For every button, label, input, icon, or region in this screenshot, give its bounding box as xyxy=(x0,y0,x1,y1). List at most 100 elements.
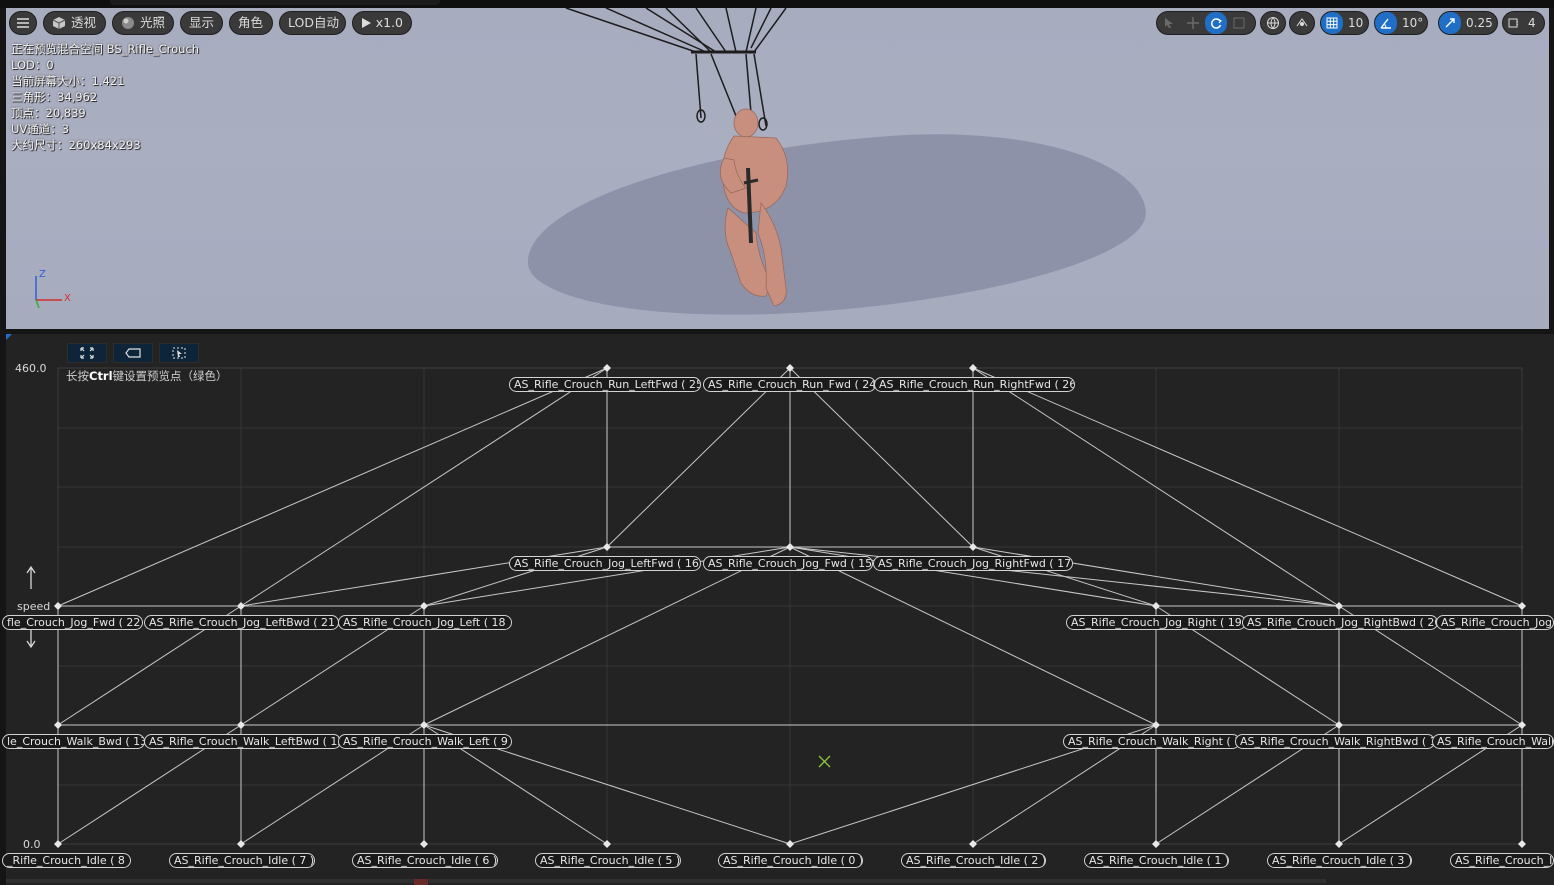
sphere-icon xyxy=(122,17,134,29)
rotation-snap-toggle[interactable] xyxy=(1375,12,1397,34)
axis-z-label: Z xyxy=(39,269,46,280)
sample-label[interactable]: AS_Rifle_Crouch_Run_LeftFwd ( 25 ) xyxy=(509,377,701,392)
perspective-button[interactable]: 透视 xyxy=(43,11,106,35)
scale-tool-button[interactable] xyxy=(1227,12,1251,34)
transform-tools-group xyxy=(1156,11,1256,35)
sample-label[interactable]: AS_Rifle_Crouch_Run_Fwd ( 24 ) xyxy=(703,377,876,392)
rotate-icon xyxy=(1211,18,1222,29)
camera-icon xyxy=(1508,18,1518,28)
arrow-up-icon xyxy=(26,565,36,589)
sample-label[interactable]: AS_Rifle_Crouch_Idle ( 2 ) xyxy=(901,853,1046,868)
preview-viewport[interactable]: Z X xyxy=(6,8,1549,329)
move-tool-button[interactable] xyxy=(1181,12,1205,34)
lod-label: LOD自动 xyxy=(288,15,339,30)
lighting-label: 光照 xyxy=(139,15,165,30)
character-button[interactable]: 角色 xyxy=(229,11,273,35)
surface-snap-icon xyxy=(1296,18,1308,27)
hint-key: Ctrl xyxy=(89,369,113,383)
sample-label[interactable]: AS_Rifle_Crouch_Jog_ xyxy=(1436,615,1554,630)
label-toggle-button[interactable] xyxy=(113,343,153,363)
angle-icon xyxy=(1380,18,1391,29)
sample-label[interactable]: _Rifle_Crouch_Idle ( 8 ) xyxy=(2,853,131,868)
sample-label[interactable]: AS_Rifle_Crouch_Walk_RightBwd ( 11 ) xyxy=(1235,734,1435,749)
move-icon xyxy=(1187,17,1199,29)
vertices-line: 顶点：20,839 xyxy=(11,106,86,120)
camera-speed-group: 4 xyxy=(1502,11,1545,35)
sample-label[interactable]: AS_Rifle_Crouch_Jog_Right ( 19 ) xyxy=(1066,615,1246,630)
rotation-snap-value[interactable]: 10° xyxy=(1397,12,1427,34)
grid-snap-group: 10 xyxy=(1320,11,1369,35)
viewport-menu-button[interactable] xyxy=(9,11,37,35)
sample-label[interactable]: AS_Rifle_Crouch_Run_RightFwd ( 26 ) xyxy=(874,377,1075,392)
approx-size-line: 大约尺寸：260x84x293 xyxy=(11,138,141,152)
sample-label[interactable]: AS_Rifle_Crouch_Idle ( 6 ) xyxy=(352,853,498,868)
horizontal-scrollbar[interactable] xyxy=(6,879,1326,883)
coordinate-space-button[interactable] xyxy=(1260,11,1286,35)
sample-label[interactable]: AS_Rifle_Crouch_Idle ( 1 ) xyxy=(1084,853,1229,868)
screen-size-line: 当前屏幕大小：1.421 xyxy=(11,74,125,88)
hint-suffix: 键设置预览点（绿色） xyxy=(112,369,228,383)
globe-icon xyxy=(1267,17,1279,30)
show-label: 显示 xyxy=(189,15,215,30)
fit-view-icon xyxy=(80,347,94,359)
rotate-tool-button[interactable] xyxy=(1205,12,1227,34)
character-preview xyxy=(565,8,789,307)
axis-gizmo xyxy=(35,276,62,309)
sample-label[interactable]: AS_Rifle_Crouch_Idle ( 7 ) xyxy=(169,853,315,868)
blendspace-editor[interactable] xyxy=(6,334,1554,885)
grid-snap-toggle[interactable] xyxy=(1321,12,1343,34)
sample-label[interactable]: AS_Rifle_Crouch_Walk_ xyxy=(1432,734,1554,749)
y-axis-min-label: 0.0 xyxy=(23,838,41,851)
ctrl-hint: 长按Ctrl键设置预览点（绿色） xyxy=(66,368,228,384)
camera-speed-value[interactable]: 4 xyxy=(1523,12,1541,34)
hamburger-menu-icon xyxy=(17,18,29,28)
perspective-label: 透视 xyxy=(71,15,97,30)
sample-label[interactable]: AS_Rifle_Crouch_Walk_LeftBwd ( 12 ) xyxy=(144,734,341,749)
timeline-marker[interactable] xyxy=(414,879,428,885)
select-box-icon xyxy=(172,347,186,359)
axis-x-label: X xyxy=(64,293,71,304)
sample-label[interactable]: AS_Rifle_Crouch_Jog_LeftFwd ( 16 ) xyxy=(509,556,701,571)
play-speed-button[interactable]: x1.0 xyxy=(352,11,412,35)
y-axis-max-label: 460.0 xyxy=(15,362,47,375)
lod-info-line: LOD：0 xyxy=(11,58,54,72)
sample-label[interactable]: AS_Rifle_Crouch_Jog_LeftBwd ( 21 ) xyxy=(144,615,339,630)
lighting-button[interactable]: 光照 xyxy=(112,11,174,35)
tab-bar xyxy=(110,0,440,5)
scale-arrow-icon xyxy=(1445,18,1455,28)
select-tool-button[interactable] xyxy=(1157,12,1181,34)
hint-prefix: 长按 xyxy=(66,369,89,383)
sample-label[interactable]: AS_Rifle_Crouch_Walk_Left ( 9 ) xyxy=(338,734,512,749)
sample-label[interactable]: AS_Rifle_Crouch_Idle ( 5 ) xyxy=(535,853,681,868)
sample-label[interactable]: AS_Rifle_Crouch_Idle ( 3 ) xyxy=(1267,853,1412,868)
cube-icon xyxy=(52,17,66,29)
surface-snap-button[interactable] xyxy=(1289,11,1315,35)
grid-snap-value[interactable]: 10 xyxy=(1343,12,1368,34)
fit-view-button[interactable] xyxy=(67,343,107,363)
play-speed-label: x1.0 xyxy=(375,15,403,30)
corner-marker xyxy=(6,334,12,340)
sample-label[interactable]: AS_Rifle_Crouch_Jog_Left ( 18 ) xyxy=(338,615,512,630)
y-axis-name: speed xyxy=(17,600,51,613)
sample-label[interactable]: AS_Rifle_Crouch_Walk_Right ( 10 xyxy=(1063,734,1240,749)
triangles-line: 三角形：34,962 xyxy=(11,90,98,104)
show-button[interactable]: 显示 xyxy=(180,11,223,35)
arrow-down-icon xyxy=(26,629,36,649)
sample-label[interactable]: AS_Rifle_Crouch_Jog_Fwd ( 15 ) xyxy=(703,556,873,571)
sample-label[interactable]: AS_Rifle_Crouch_Jog_RightBwd ( 20 ) xyxy=(1242,615,1438,630)
lod-button[interactable]: LOD自动 xyxy=(279,11,346,35)
tag-icon xyxy=(125,348,141,358)
sample-label[interactable]: AS_Rifle_Crouch_Idl xyxy=(1450,853,1554,868)
top-strip xyxy=(0,0,1554,8)
grid-icon xyxy=(1326,17,1338,29)
camera-speed-toggle[interactable] xyxy=(1503,12,1523,34)
sample-label[interactable]: le_Crouch_Walk_Bwd ( 13 ) xyxy=(2,734,145,749)
character-label: 角色 xyxy=(238,15,264,30)
sample-label[interactable]: fle_Crouch_Jog_Fwd ( 22 ) xyxy=(2,615,143,630)
scale-snap-group: 0.25 xyxy=(1438,11,1498,35)
sample-label[interactable]: AS_Rifle_Crouch_Idle ( 0 ) xyxy=(718,853,863,868)
select-mode-button[interactable] xyxy=(159,343,199,363)
sample-label[interactable]: AS_Rifle_Crouch_Jog_RightFwd ( 17 ) xyxy=(873,556,1073,571)
scale-snap-value[interactable]: 0.25 xyxy=(1461,12,1497,34)
scale-snap-toggle[interactable] xyxy=(1439,12,1461,34)
